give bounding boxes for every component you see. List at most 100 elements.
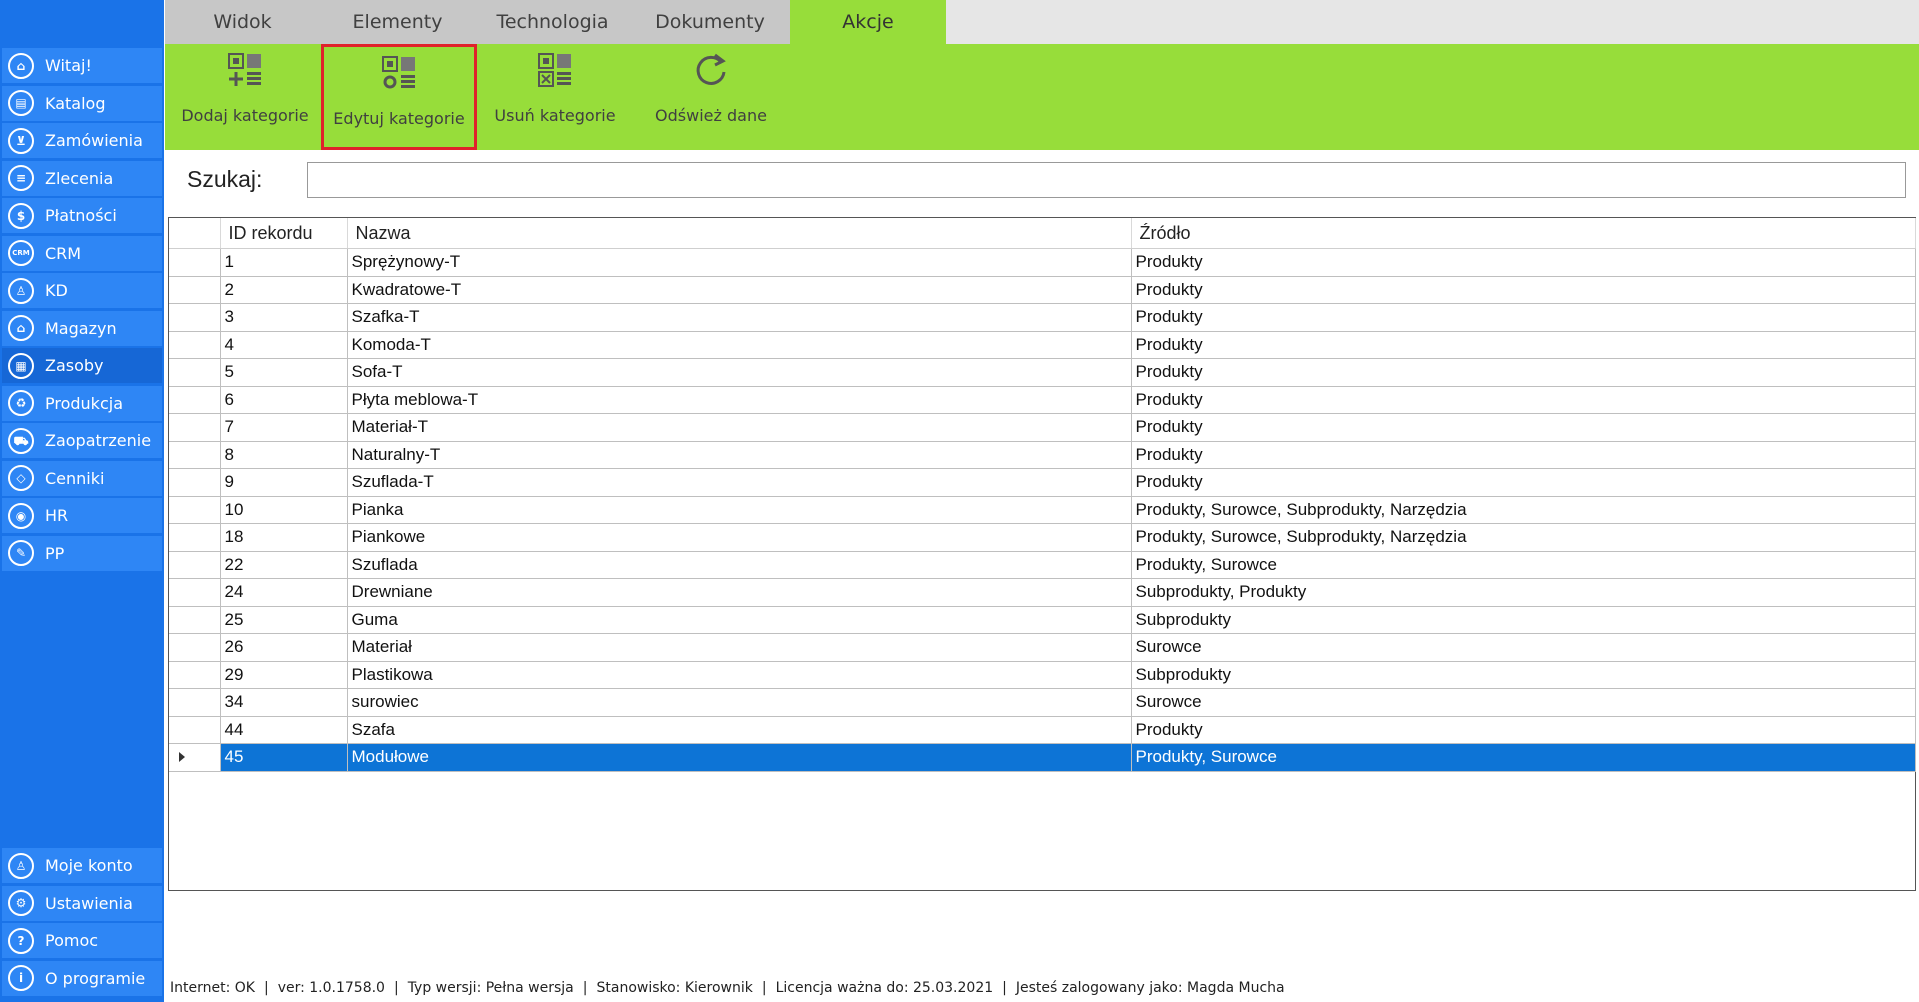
row-header[interactable] [169,248,221,277]
row-header[interactable] [169,688,221,717]
row-header[interactable] [169,468,221,497]
table-row[interactable]: 9 Szuflada-T Produkty [169,468,1916,497]
cell-source[interactable]: Produkty [1131,331,1916,359]
cell-source[interactable]: Produkty, Surowce, Subprodukty, Narzędzi… [1131,496,1916,524]
cell-source[interactable]: Produkty [1131,441,1916,469]
cell-source[interactable]: Produkty [1131,386,1916,414]
row-header[interactable] [169,606,221,634]
column-header-name[interactable]: Nazwa [347,218,1132,249]
sidebar-item-hr[interactable]: ◉ HR [2,498,162,533]
cell-id[interactable]: 2 [220,276,348,304]
row-header[interactable] [169,633,221,662]
table-row[interactable]: 1 Sprężynowy-T Produkty [169,248,1916,277]
tab-elementy[interactable]: Elementy [320,0,475,44]
cell-source[interactable]: Produkty [1131,276,1916,304]
table-row[interactable]: 34 surowiec Surowce [169,688,1916,717]
cell-name[interactable]: Piankowe [347,523,1132,552]
table-row[interactable]: 3 Szafka-T Produkty [169,303,1916,332]
row-header[interactable] [169,523,221,552]
table-row[interactable]: 18 Piankowe Produkty, Surowce, Subprodukty… [169,523,1916,552]
row-header[interactable] [169,441,221,469]
cell-source[interactable]: Produkty [1131,248,1916,277]
table-row[interactable]: 7 Materiał-T Produkty [169,413,1916,442]
cell-name[interactable]: Materiał [347,633,1132,662]
cell-name[interactable]: Płyta meblowa-T [347,386,1132,414]
tab-akcje[interactable]: Akcje [790,0,946,44]
delete-category-button[interactable]: Usuń kategorie [477,44,633,150]
cell-source[interactable]: Produkty, Surowce [1131,551,1916,579]
search-input[interactable] [307,162,1906,198]
cell-id[interactable]: 8 [220,441,348,469]
sidebar-item-magazyn[interactable]: ⌂ Magazyn [2,310,162,346]
refresh-data-button[interactable]: Odśwież dane [633,44,789,150]
table-row[interactable]: 24 Drewniane Subprodukty, Produkty [169,578,1916,607]
cell-name[interactable]: Kwadratowe-T [347,276,1132,304]
sidebar-item-pp[interactable]: ✎ PP [2,535,162,571]
row-header[interactable] [169,413,221,442]
sidebar-item-witaj-[interactable]: ⌂ Witaj! [2,48,162,83]
cell-name[interactable]: Drewniane [347,578,1132,607]
cell-name[interactable]: Sofa-T [347,358,1132,387]
table-row[interactable]: 6 Płyta meblowa-T Produkty [169,386,1916,414]
sidebar-item-crm[interactable]: CRM CRM [2,235,162,271]
sidebar-item-moje-konto[interactable]: ♙ Moje konto [2,848,162,883]
cell-name[interactable]: surowiec [347,688,1132,717]
cell-name[interactable]: Pianka [347,496,1132,524]
sidebar-item-cenniki[interactable]: ◇ Cenniki [2,460,162,496]
sidebar-item-pomoc[interactable]: ? Pomoc [2,923,162,958]
cell-source[interactable]: Produkty [1131,716,1916,744]
cell-name[interactable]: Materiał-T [347,413,1132,442]
sidebar-item-produkcja[interactable]: ♻ Produkcja [2,385,162,421]
cell-name[interactable]: Modułowe [347,743,1132,772]
cell-source[interactable]: Produkty [1131,358,1916,387]
cell-id[interactable]: 6 [220,386,348,414]
cell-id[interactable]: 26 [220,633,348,662]
row-header[interactable] [169,551,221,579]
tab-dokumenty[interactable]: Dokumenty [630,0,790,44]
cell-id[interactable]: 5 [220,358,348,387]
cell-id[interactable]: 45 [220,743,348,772]
cell-name[interactable]: Szuflada [347,551,1132,579]
cell-id[interactable]: 7 [220,413,348,442]
cell-name[interactable]: Komoda-T [347,331,1132,359]
cell-id[interactable]: 44 [220,716,348,744]
sidebar-item-zamówienia[interactable]: ⊻ Zamówienia [2,123,162,158]
sidebar-item-płatności[interactable]: $ Płatności [2,198,162,233]
row-header[interactable] [169,276,221,304]
cell-source[interactable]: Subprodukty [1131,661,1916,689]
table-row[interactable]: 29 Plastikowa Subprodukty [169,661,1916,689]
cell-id[interactable]: 3 [220,303,348,332]
sidebar-item-o-programie[interactable]: i O programie [2,960,162,996]
cell-source[interactable]: Produkty [1131,468,1916,497]
table-row[interactable]: 10 Pianka Produkty, Surowce, Subprodukty, … [169,496,1916,524]
cell-id[interactable]: 22 [220,551,348,579]
cell-id[interactable]: 29 [220,661,348,689]
cell-name[interactable]: Szafa [347,716,1132,744]
cell-source[interactable]: Surowce [1131,688,1916,717]
cell-name[interactable]: Sprężynowy-T [347,248,1132,277]
table-row[interactable]: 44 Szafa Produkty [169,716,1916,744]
cell-id[interactable]: 34 [220,688,348,717]
sidebar-item-zaopatrzenie[interactable]: ⛟ Zaopatrzenie [2,423,162,458]
row-header[interactable] [169,661,221,689]
cell-id[interactable]: 10 [220,496,348,524]
cell-id[interactable]: 24 [220,578,348,607]
table-row[interactable]: 5 Sofa-T Produkty [169,358,1916,387]
cell-id[interactable]: 4 [220,331,348,359]
cell-id[interactable]: 25 [220,606,348,634]
cell-name[interactable]: Szafka-T [347,303,1132,332]
tab-widok[interactable]: Widok [165,0,320,44]
table-row[interactable]: 26 Materiał Surowce [169,633,1916,662]
cell-id[interactable]: 1 [220,248,348,277]
cell-id[interactable]: 9 [220,468,348,497]
sidebar-item-zlecenia[interactable]: ≡ Zlecenia [2,160,162,196]
sidebar-item-zasoby[interactable]: ▦ Zasoby [2,348,162,383]
table-row[interactable]: 25 Guma Subprodukty [169,606,1916,634]
edit-category-button[interactable]: Edytuj kategorie [321,44,477,150]
cell-source[interactable]: Produkty [1131,413,1916,442]
add-category-button[interactable]: Dodaj kategorie [167,44,323,150]
cell-source[interactable]: Produkty, Surowce [1131,743,1916,772]
cell-source[interactable]: Subprodukty, Produkty [1131,578,1916,607]
table-row[interactable]: 22 Szuflada Produkty, Surowce [169,551,1916,579]
cell-name[interactable]: Szuflada-T [347,468,1132,497]
